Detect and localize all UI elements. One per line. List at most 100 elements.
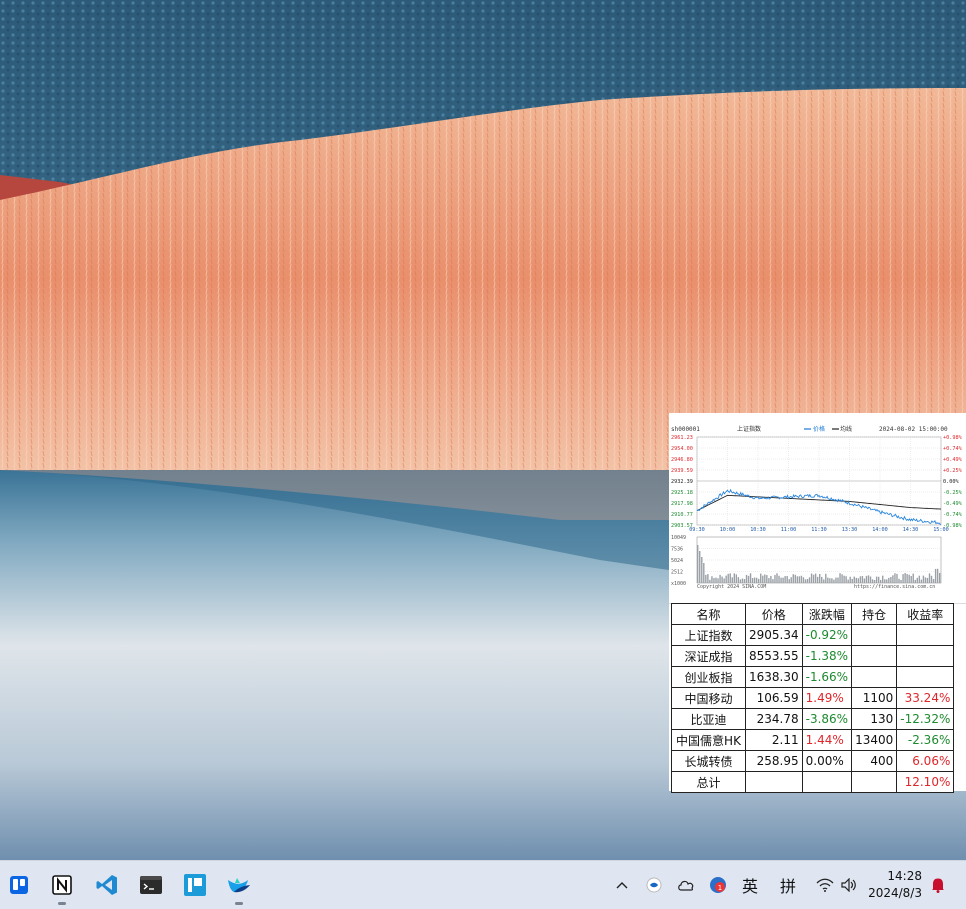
volume-bar	[796, 576, 799, 583]
volume-bar	[711, 576, 713, 583]
volume-bars	[697, 545, 941, 583]
cell-return	[896, 645, 955, 667]
intraday-chart: sh000001 上证指数 价格 均线 2024-08-02 15:00:00 …	[669, 413, 966, 604]
volume-bar	[764, 574, 766, 583]
volume-bar	[819, 573, 821, 583]
volume-tick-label: x1000	[671, 581, 686, 587]
cell-change: -1.38%	[801, 645, 853, 667]
ime-mode-button[interactable]: 拼	[778, 873, 798, 897]
table-row: 总计 12.10%	[671, 771, 955, 793]
cell-name: 比亚迪	[671, 708, 746, 730]
volume-bar	[766, 575, 768, 583]
right-tick-label: -0.74%	[943, 512, 963, 518]
table-row: 创业板指 1638.30 -1.66%	[671, 666, 955, 688]
volume-bar	[873, 580, 876, 583]
volume-bar	[774, 575, 776, 583]
volume-bar	[749, 573, 752, 583]
volume-bar	[831, 578, 833, 583]
trello-app-button[interactable]	[5, 871, 33, 899]
cell-change: -0.92%	[801, 624, 853, 646]
header-price: 价格	[745, 603, 803, 625]
volume-bar	[934, 568, 937, 583]
volume-bar	[829, 578, 831, 583]
terminal-app-button[interactable]	[137, 871, 165, 899]
volume-bar	[857, 578, 860, 583]
volume-bar	[859, 576, 862, 583]
volume-bar	[705, 574, 707, 583]
volume-bar	[821, 576, 823, 583]
legend-price: 价格	[813, 425, 825, 433]
bird-app-button[interactable]	[225, 871, 253, 905]
volume-bar	[792, 574, 794, 583]
right-tick-label: +0.98%	[943, 435, 963, 441]
notion-app-button[interactable]	[48, 871, 76, 905]
cell-price	[745, 771, 803, 793]
show-hidden-icons-button[interactable]	[612, 873, 632, 897]
volume-bar	[780, 577, 782, 583]
volume-bar	[827, 577, 829, 583]
table-row: 深证成指 8553.55 -1.38%	[671, 645, 955, 667]
cell-price: 2905.34	[745, 624, 803, 646]
volume-bar	[810, 573, 813, 583]
bell-icon	[932, 878, 944, 893]
right-tick-label: -0.25%	[943, 490, 963, 496]
volume-bar	[851, 578, 853, 583]
time-tick-label: 09:30	[689, 527, 705, 533]
volume-bar	[725, 575, 727, 583]
volume-bar	[861, 576, 864, 583]
volume-bar	[782, 577, 784, 583]
notion-icon	[52, 875, 72, 895]
ime-language-button[interactable]: 英	[740, 873, 760, 897]
notification-count: 1	[718, 884, 722, 892]
legend-avg: 均线	[840, 425, 852, 433]
volume-bar	[784, 576, 786, 583]
cell-change	[801, 771, 853, 793]
cell-price: 258.95	[745, 750, 803, 772]
wifi-button[interactable]	[815, 873, 835, 897]
volume-tick-label: 2512	[671, 570, 683, 576]
running-indicator	[58, 902, 66, 905]
volume-button[interactable]	[839, 873, 859, 897]
volume-bar	[753, 577, 756, 583]
speaker-icon	[841, 878, 856, 892]
volume-bar	[760, 573, 762, 583]
cell-price: 8553.55	[745, 645, 803, 667]
volume-bar	[930, 575, 933, 583]
volume-tick-label: 10049	[671, 535, 686, 541]
cell-return: 12.10%	[896, 771, 955, 793]
cell-change: -1.66%	[801, 666, 853, 688]
table-row: 上证指数 2905.34 -0.92%	[671, 624, 955, 646]
left-tick-label: 2917.98	[671, 501, 693, 507]
board-icon	[184, 874, 206, 896]
cell-name: 中国移动	[671, 687, 746, 709]
chart-grid	[696, 436, 942, 584]
cell-return: -12.32%	[896, 708, 955, 730]
notification-bell-button[interactable]	[928, 873, 948, 897]
volume-bar	[914, 579, 916, 583]
tray-onedrive[interactable]	[676, 873, 696, 897]
volume-bar	[731, 577, 733, 583]
volume-bar	[786, 576, 788, 583]
volume-bar	[772, 579, 774, 583]
vscode-app-button[interactable]	[93, 871, 121, 899]
volume-bar	[902, 574, 904, 583]
volume-bar	[849, 576, 851, 583]
volume-bar	[737, 577, 740, 583]
tray-app-shield[interactable]	[644, 873, 664, 897]
volume-bar	[804, 579, 807, 583]
left-tick-label: 2910.77	[671, 512, 693, 518]
board-app-button[interactable]	[181, 871, 209, 899]
cell-holding: 13400	[851, 729, 898, 751]
cell-return: 6.06%	[896, 750, 955, 772]
volume-bar	[729, 573, 731, 583]
cell-return: 33.24%	[896, 687, 955, 709]
bird-icon	[228, 878, 250, 893]
volume-bar	[701, 557, 703, 583]
volume-bar	[869, 576, 872, 583]
taskbar-clock[interactable]: 14:28 2024/8/3	[868, 868, 922, 902]
volume-bar	[721, 576, 723, 583]
tray-notifier[interactable]: 1	[708, 873, 728, 897]
cell-price: 234.78	[745, 708, 803, 730]
volume-tick-label: 5024	[671, 558, 683, 564]
volume-bar	[798, 576, 801, 583]
